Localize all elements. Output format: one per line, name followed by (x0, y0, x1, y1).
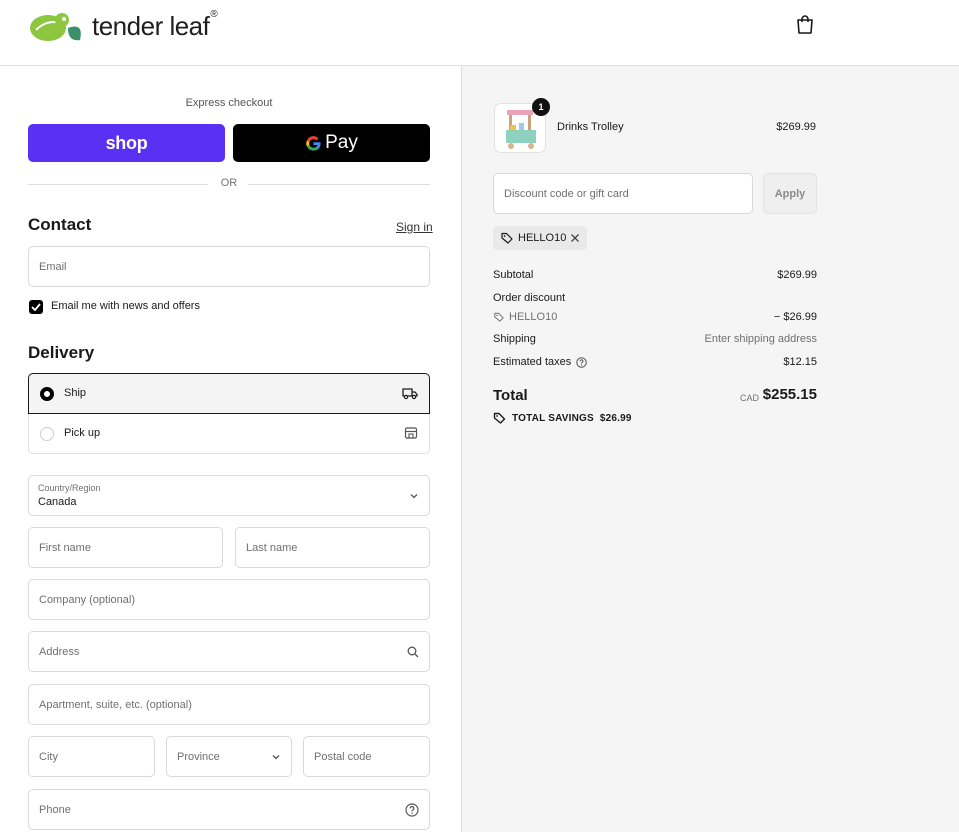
last-name-placeholder: Last name (246, 541, 298, 554)
shipping-label: Shipping (493, 333, 536, 345)
google-pay-label: Pay (325, 132, 358, 153)
delivery-heading: Delivery (28, 343, 95, 362)
shop-pay-button[interactable]: shop (28, 124, 225, 162)
subtotal-row: Subtotal $269.99 (493, 269, 817, 281)
brand-logo[interactable]: tender leaf® (28, 8, 218, 44)
tag-icon (493, 412, 506, 424)
help-circle-icon[interactable] (405, 802, 419, 817)
ship-radio[interactable] (40, 387, 54, 401)
apartment-placeholder: Apartment, suite, etc. (optional) (39, 698, 192, 711)
phone-placeholder: Phone (39, 803, 71, 816)
phone-field[interactable]: Phone (28, 789, 430, 830)
savings-label: TOTAL SAVINGS (512, 412, 594, 424)
sign-in-link[interactable]: Sign in (396, 220, 433, 234)
product-price: $269.99 (776, 121, 816, 133)
discount-code-input[interactable]: Discount code or gift card (493, 173, 753, 214)
first-name-placeholder: First name (39, 541, 91, 554)
chevron-down-icon (272, 754, 280, 759)
subtotal-value: $269.99 (777, 269, 817, 281)
apartment-field[interactable]: Apartment, suite, etc. (optional) (28, 684, 430, 725)
pickup-label: Pick up (64, 427, 101, 439)
truck-icon (402, 388, 418, 400)
product-name: Drinks Trolley (557, 121, 624, 133)
shipping-value: Enter shipping address (704, 333, 817, 345)
shipping-row: Shipping Enter shipping address (493, 333, 817, 345)
google-pay-button[interactable]: Pay (233, 124, 430, 162)
postal-code-placeholder: Postal code (314, 750, 372, 763)
express-checkout-label: Express checkout (185, 97, 273, 109)
contact-heading: Contact (28, 215, 92, 234)
email-placeholder: Email (39, 260, 67, 273)
discount-code-row: HELLO10 − $26.99 (493, 311, 817, 323)
apply-discount-button[interactable]: Apply (763, 173, 817, 214)
chevron-down-icon (410, 493, 418, 498)
search-icon (407, 646, 419, 657)
postal-code-field[interactable]: Postal code (303, 736, 430, 777)
taxes-row: Estimated taxes $12.15 (493, 356, 817, 368)
discount-code-label: HELLO10 (509, 311, 558, 323)
address-placeholder: Address (39, 645, 80, 658)
shopping-bag-icon[interactable] (796, 14, 814, 34)
province-placeholder: Province (177, 750, 220, 763)
applied-discount-chip: HELLO10 (493, 226, 587, 250)
close-icon[interactable] (570, 233, 580, 243)
city-field[interactable]: City (28, 736, 155, 777)
total-value: $255.15 (762, 386, 817, 403)
last-name-field[interactable]: Last name (235, 527, 430, 568)
shop-pay-label: shop (105, 132, 148, 153)
order-discount-label: Order discount (493, 292, 566, 304)
address-field[interactable]: Address (28, 631, 430, 672)
savings-value: $26.99 (599, 412, 632, 424)
company-placeholder: Company (optional) (39, 593, 135, 606)
delivery-option-pickup[interactable]: Pick up (28, 414, 430, 454)
or-label: OR (220, 177, 238, 189)
country-value: Canada (38, 496, 77, 508)
news-checkbox-label: Email me with news and offers (51, 300, 200, 312)
order-summary: 1 Drinks Trolley $269.99 Discount code o… (461, 66, 959, 832)
email-field[interactable]: Email (28, 246, 430, 287)
company-field[interactable]: Company (optional) (28, 579, 430, 620)
province-select[interactable]: Province (166, 736, 292, 777)
subtotal-label: Subtotal (493, 269, 534, 281)
google-g-icon (306, 135, 321, 151)
or-divider: OR (28, 177, 430, 191)
leaf-logo-icon (30, 13, 81, 41)
tag-icon (501, 232, 513, 244)
header: tender leaf® (0, 0, 959, 66)
order-discount-row: Order discount (493, 292, 817, 304)
discount-placeholder: Discount code or gift card (504, 187, 629, 200)
applied-code: HELLO10 (518, 232, 567, 244)
tag-icon (494, 312, 504, 322)
taxes-value: $12.15 (783, 356, 817, 368)
news-checkbox[interactable] (29, 300, 43, 314)
total-label: Total (493, 387, 528, 404)
discount-value: − $26.99 (773, 311, 817, 323)
quantity-badge: 1 (532, 98, 550, 116)
brand-name: tender leaf® (92, 8, 218, 41)
help-circle-icon[interactable] (576, 357, 587, 368)
delivery-option-ship[interactable]: Ship (28, 373, 430, 414)
delivery-method-group: Ship Pick up (28, 373, 430, 454)
first-name-field[interactable]: First name (28, 527, 223, 568)
store-icon (404, 427, 418, 439)
taxes-label: Estimated taxes (493, 356, 572, 368)
checkmark-icon (31, 303, 41, 312)
checkout-form: Express checkout shop Pay OR Contact Sig… (0, 66, 461, 832)
total-savings: TOTAL SAVINGS $26.99 (493, 412, 632, 424)
ship-label: Ship (64, 387, 87, 399)
pickup-radio[interactable] (40, 427, 54, 441)
country-label: Country/Region (38, 483, 101, 493)
country-select[interactable]: Country/Region Canada (28, 475, 430, 516)
city-placeholder: City (39, 750, 58, 763)
